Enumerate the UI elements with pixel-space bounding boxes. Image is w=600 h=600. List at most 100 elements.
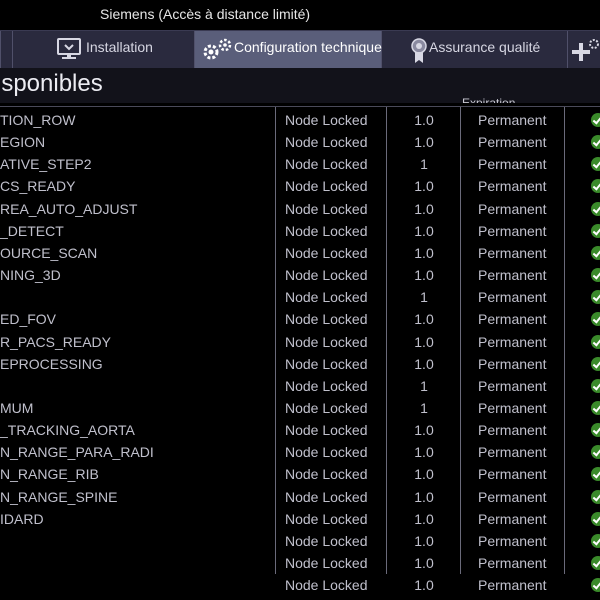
license-type: Node Locked xyxy=(285,156,368,173)
status-check-icon xyxy=(591,312,600,327)
table-row[interactable]: _TRACKING_AORTA Node Locked 1.0 Permanent xyxy=(0,419,600,441)
tab-quality-assurance-label: Assurance qualité xyxy=(429,39,541,55)
license-type: Node Locked xyxy=(285,377,368,394)
table-row[interactable]: CS_READY Node Locked 1.0 Permanent xyxy=(0,175,600,197)
table-row[interactable]: Node Locked 1 Permanent xyxy=(0,375,600,397)
option-version: 1.0 xyxy=(414,222,434,239)
option-version: 1.0 xyxy=(414,244,434,261)
license-type: Node Locked xyxy=(285,200,368,217)
status-check-icon xyxy=(591,533,600,548)
option-version: 1.0 xyxy=(414,510,434,527)
table-row[interactable]: N_RANGE_PARA_RADI Node Locked 1.0 Permanent xyxy=(0,441,600,463)
license-type: Node Locked xyxy=(285,267,368,284)
status-check-icon xyxy=(591,245,600,260)
license-type: Node Locked xyxy=(285,444,368,461)
award-icon xyxy=(411,38,427,63)
status-check-icon xyxy=(591,201,600,216)
option-validity: Permanent xyxy=(478,466,547,483)
status-check-icon xyxy=(591,113,600,127)
option-validity: Permanent xyxy=(478,289,547,306)
option-validity: Permanent xyxy=(478,532,547,549)
status-check-icon xyxy=(591,378,600,393)
option-name: CS_READY xyxy=(0,178,76,195)
option-version: 1.0 xyxy=(414,112,434,128)
license-type: Node Locked xyxy=(285,422,368,439)
option-name: NING_3D xyxy=(0,267,61,284)
option-validity: Permanent xyxy=(478,200,547,217)
table-row[interactable]: Node Locked 1 Permanent xyxy=(0,286,600,308)
license-type: Node Locked xyxy=(285,222,368,239)
option-name: IDARD xyxy=(0,510,44,527)
window-title: Siemens (Accès à distance limité) xyxy=(100,6,311,22)
column-divider xyxy=(460,107,461,574)
option-version: 1.0 xyxy=(414,444,434,461)
table-row[interactable]: Node Locked 1.0 Permanent xyxy=(0,530,600,552)
tab-quality-assurance[interactable]: Assurance qualité xyxy=(382,31,568,68)
table-row[interactable]: Node Locked 1.0 Permanent xyxy=(0,574,600,596)
license-type: Node Locked xyxy=(285,555,368,571)
option-validity: Permanent xyxy=(478,577,547,594)
table-row[interactable]: IDARD Node Locked 1.0 Permanent xyxy=(0,508,600,530)
column-divider xyxy=(386,107,387,574)
option-validity: Permanent xyxy=(478,112,547,128)
tab-more[interactable] xyxy=(568,31,600,68)
option-version: 1 xyxy=(420,399,428,416)
option-validity: Permanent xyxy=(478,178,547,195)
table-row[interactable]: NING_3D Node Locked 1.0 Permanent xyxy=(0,264,600,286)
monitor-icon xyxy=(57,38,81,59)
option-validity: Permanent xyxy=(478,555,547,571)
table-row[interactable]: REA_AUTO_ADJUST Node Locked 1.0 Permanent xyxy=(0,198,600,220)
license-type: Node Locked xyxy=(285,532,368,549)
license-type: Node Locked xyxy=(285,510,368,527)
option-version: 1 xyxy=(420,377,428,394)
option-version: 1.0 xyxy=(414,555,434,571)
option-version: 1.0 xyxy=(414,577,434,594)
option-version: 1.0 xyxy=(414,134,434,151)
option-name: REA_AUTO_ADJUST xyxy=(0,200,138,217)
license-type: Node Locked xyxy=(285,244,368,261)
option-version: 1.0 xyxy=(414,355,434,372)
status-check-icon xyxy=(591,445,600,460)
gears-icon xyxy=(203,38,232,60)
table-row[interactable]: EGION Node Locked 1.0 Permanent xyxy=(0,131,600,153)
plus-gear-icon xyxy=(572,39,599,61)
status-check-icon xyxy=(591,268,600,283)
status-check-icon xyxy=(591,179,600,194)
license-type: Node Locked xyxy=(285,311,368,328)
title-bar: Siemens (Accès à distance limité) xyxy=(0,0,600,30)
table-row[interactable]: EPROCESSING Node Locked 1.0 Permanent xyxy=(0,353,600,375)
option-name: N_RANGE_RIB xyxy=(0,466,99,483)
expiration-column-header: Expiration xyxy=(462,96,516,103)
table-row[interactable]: ED_FOV Node Locked 1.0 Permanent xyxy=(0,308,600,330)
table-row[interactable]: TION_ROW Node Locked 1.0 Permanent xyxy=(0,109,600,131)
option-validity: Permanent xyxy=(478,444,547,461)
table-row[interactable]: Node Locked 1.0 Permanent xyxy=(0,552,600,574)
option-validity: Permanent xyxy=(478,134,547,151)
license-type: Node Locked xyxy=(285,134,368,151)
tab-bar: Installation Configuration technique Ass… xyxy=(0,30,600,69)
status-check-icon xyxy=(591,157,600,172)
option-validity: Permanent xyxy=(478,399,547,416)
table-row[interactable]: ATIVE_STEP2 Node Locked 1 Permanent xyxy=(0,153,600,175)
status-check-icon xyxy=(591,578,600,593)
option-name: EPROCESSING xyxy=(0,355,103,372)
option-validity: Permanent xyxy=(478,222,547,239)
option-name: _DETECT xyxy=(0,222,64,239)
option-name: OURCE_SCAN xyxy=(0,244,98,261)
table-row[interactable]: N_RANGE_RIB Node Locked 1.0 Permanent xyxy=(0,463,600,485)
license-type: Node Locked xyxy=(285,289,368,306)
table-row[interactable]: R_PACS_READY Node Locked 1.0 Permanent xyxy=(0,331,600,353)
table-row[interactable]: N_RANGE_SPINE Node Locked 1.0 Permanent xyxy=(0,486,600,508)
tab-installation[interactable]: Installation xyxy=(12,31,195,68)
table-row[interactable]: MUM Node Locked 1 Permanent xyxy=(0,397,600,419)
table-row[interactable]: _DETECT Node Locked 1.0 Permanent xyxy=(0,220,600,242)
option-name: N_RANGE_PARA_RADI xyxy=(0,444,154,461)
options-table: TION_ROW Node Locked 1.0 Permanent EGION Node… xyxy=(0,107,600,593)
option-version: 1 xyxy=(420,289,428,306)
status-check-icon xyxy=(591,135,600,150)
table-row[interactable]: OURCE_SCAN Node Locked 1.0 Permanent xyxy=(0,242,600,264)
tab-technical-configuration[interactable]: Configuration technique xyxy=(195,31,382,68)
option-name: ATIVE_STEP2 xyxy=(0,156,92,173)
license-type: Node Locked xyxy=(285,466,368,483)
option-version: 1.0 xyxy=(414,200,434,217)
